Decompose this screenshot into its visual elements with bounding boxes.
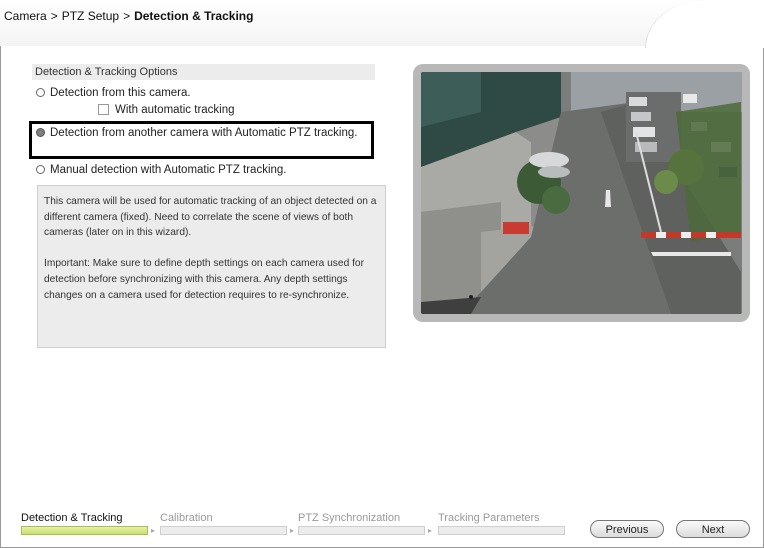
- breadcrumb-separator: >: [50, 9, 58, 23]
- description-paragraph: This camera will be used for automatic t…: [44, 196, 377, 239]
- radio-checked-icon[interactable]: [36, 128, 45, 137]
- previous-button[interactable]: Previous: [590, 520, 664, 538]
- camera-preview-image: [421, 72, 742, 314]
- wizard-step-bar: [298, 526, 425, 535]
- breadcrumb-item-current: Detection & Tracking: [134, 9, 254, 23]
- radio-manual-detection[interactable]: Manual detection with Automatic PTZ trac…: [36, 164, 287, 176]
- checkbox-icon[interactable]: [98, 104, 109, 115]
- radio-detection-this-camera[interactable]: Detection from this camera.: [36, 87, 191, 99]
- description-panel: This camera will be used for automatic t…: [37, 185, 386, 348]
- breadcrumb-separator: >: [123, 9, 131, 23]
- radio-unchecked-icon[interactable]: [36, 88, 45, 97]
- radio-label: Detection from another camera with Autom…: [50, 127, 358, 139]
- wizard-step-ptz-synchronization[interactable]: PTZ Synchronization: [298, 512, 400, 524]
- options-section-title: Detection & Tracking Options: [32, 64, 375, 80]
- radio-detection-another-camera[interactable]: Detection from another camera with Autom…: [36, 126, 372, 140]
- breadcrumb-item-camera[interactable]: Camera: [4, 9, 47, 23]
- breadcrumb-item-ptz-setup[interactable]: PTZ Setup: [62, 9, 119, 23]
- radio-unchecked-icon[interactable]: [36, 165, 45, 174]
- chevron-right-icon: ▸: [151, 526, 156, 535]
- wizard-step-detection-tracking[interactable]: Detection & Tracking: [21, 512, 123, 524]
- breadcrumb: Camera > PTZ Setup > Detection & Tracking: [4, 9, 253, 23]
- chevron-right-icon: ▸: [428, 526, 433, 535]
- radio-label: Manual detection with Automatic PTZ trac…: [50, 164, 287, 176]
- description-important: Important: Make sure to define depth set…: [44, 258, 364, 301]
- wizard-step-bar: [438, 526, 565, 535]
- wizard-step-calibration[interactable]: Calibration: [160, 512, 213, 524]
- radio-label: Detection from this camera.: [50, 87, 191, 99]
- checkbox-label: With automatic tracking: [115, 104, 235, 116]
- checkbox-automatic-tracking[interactable]: With automatic tracking: [98, 104, 235, 116]
- wizard-step-bar-active: [21, 526, 148, 535]
- camera-preview-frame: [413, 64, 750, 322]
- chevron-right-icon: ▸: [290, 526, 295, 535]
- wizard-step-tracking-parameters[interactable]: Tracking Parameters: [438, 512, 540, 524]
- next-button[interactable]: Next: [676, 520, 750, 538]
- wizard-step-bar: [160, 526, 287, 535]
